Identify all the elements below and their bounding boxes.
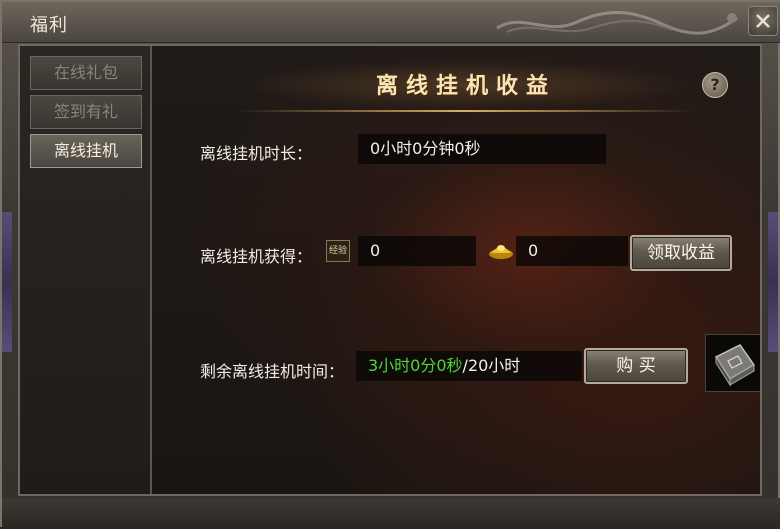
right-frame-ornament	[768, 212, 778, 352]
remaining-total: /20小时	[462, 356, 521, 375]
book-icon	[714, 344, 756, 387]
tab-sign-in-gift[interactable]: 签到有礼	[30, 95, 142, 129]
duration-value: 0小时0分钟0秒	[358, 134, 606, 164]
item-slot[interactable]	[705, 334, 760, 392]
duration-label: 离线挂机时长：	[200, 144, 313, 163]
tab-offline-idle[interactable]: 离线挂机	[30, 134, 142, 168]
content-area: 离线挂机收益 ? 离线挂机时长： 0小时0分钟0秒 离线挂机获得： 经验 0 0…	[152, 46, 760, 494]
claim-earnings-button[interactable]: 领取收益	[630, 235, 732, 271]
gold-ingot-icon	[489, 245, 513, 259]
sidebar: 在线礼包 签到有礼 离线挂机	[20, 46, 152, 494]
heading-divider	[238, 110, 694, 112]
panel-heading: 离线挂机收益	[375, 73, 556, 99]
remaining-label: 剩余离线挂机时间：	[200, 362, 345, 381]
earnings-label: 离线挂机获得：	[200, 247, 313, 266]
window-titlebar[interactable]: 福利	[2, 2, 780, 43]
bottom-frame	[2, 498, 780, 529]
remaining-field: 3小时0分0秒/20小时	[356, 351, 582, 381]
close-icon	[756, 14, 770, 28]
exp-icon: 经验	[326, 240, 350, 262]
close-button[interactable]	[748, 6, 778, 36]
help-button[interactable]: ?	[702, 72, 728, 98]
inner-panel: 在线礼包 签到有礼 离线挂机 离线挂机收益 ? 离线挂机时长： 0小时0分钟0秒…	[18, 44, 762, 496]
left-frame-ornament	[2, 212, 12, 352]
gold-value: 0	[516, 236, 628, 266]
remaining-value: 3小时0分0秒	[368, 356, 463, 375]
buy-button[interactable]: 购 买	[584, 348, 688, 384]
tab-online-gift[interactable]: 在线礼包	[30, 56, 142, 90]
window-title: 福利	[30, 15, 68, 36]
exp-value: 0	[358, 236, 476, 266]
dragon-ornament-icon	[496, 11, 738, 35]
welfare-window: 福利 在线礼包 签到有礼 离线挂机 离线挂机收益 ? 离线挂机时长： 0小时0分…	[0, 0, 780, 529]
